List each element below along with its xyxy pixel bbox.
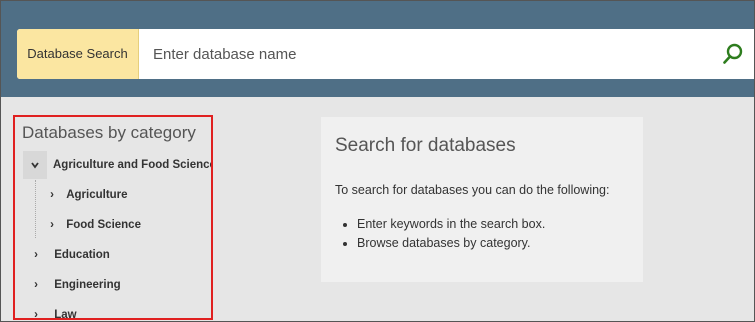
- category-label: Engineering: [54, 279, 121, 291]
- search-label: Database Search: [17, 29, 139, 79]
- chevron-right-icon: ›: [50, 189, 54, 201]
- search-help-panel: Search for databases To search for datab…: [321, 117, 643, 282]
- help-list-item: Browse databases by category.: [357, 234, 545, 253]
- search-icon[interactable]: [721, 42, 745, 66]
- search-input[interactable]: [153, 29, 693, 79]
- page-frame: Database Search Databases by category Ag…: [0, 0, 755, 322]
- subcategory-food-science[interactable]: › Food Science: [45, 211, 141, 239]
- header-band: Database Search: [1, 1, 754, 97]
- chevron-right-icon: ›: [34, 249, 38, 261]
- subcategory-agriculture[interactable]: › Agriculture: [45, 181, 128, 209]
- chevron-right-icon: ›: [34, 309, 38, 320]
- help-title: Search for databases: [335, 135, 516, 156]
- chevron-right-icon: ›: [34, 279, 38, 291]
- category-label: Education: [54, 249, 110, 261]
- category-label: Agriculture and Food Sciences: [53, 159, 213, 171]
- category-law[interactable]: › Law: [29, 301, 77, 320]
- category-title: Databases by category: [22, 123, 196, 142]
- category-label: Law: [54, 309, 77, 320]
- category-engineering[interactable]: › Engineering: [29, 271, 121, 299]
- chevron-down-icon[interactable]: [23, 151, 47, 179]
- category-panel: Databases by category Agriculture and Fo…: [13, 115, 213, 320]
- category-agriculture-food-sciences[interactable]: Agriculture and Food Sciences: [23, 151, 211, 179]
- subcategory-label: Agriculture: [66, 189, 128, 201]
- chevron-right-icon: ›: [50, 219, 54, 231]
- tree-connector: [35, 180, 37, 238]
- help-list: Enter keywords in the search box. Browse…: [335, 215, 545, 253]
- help-intro: To search for databases you can do the f…: [335, 183, 610, 197]
- help-list-item: Enter keywords in the search box.: [357, 215, 545, 234]
- subcategory-label: Food Science: [66, 219, 141, 231]
- search-bar: Database Search: [17, 29, 754, 79]
- category-education[interactable]: › Education: [29, 241, 110, 269]
